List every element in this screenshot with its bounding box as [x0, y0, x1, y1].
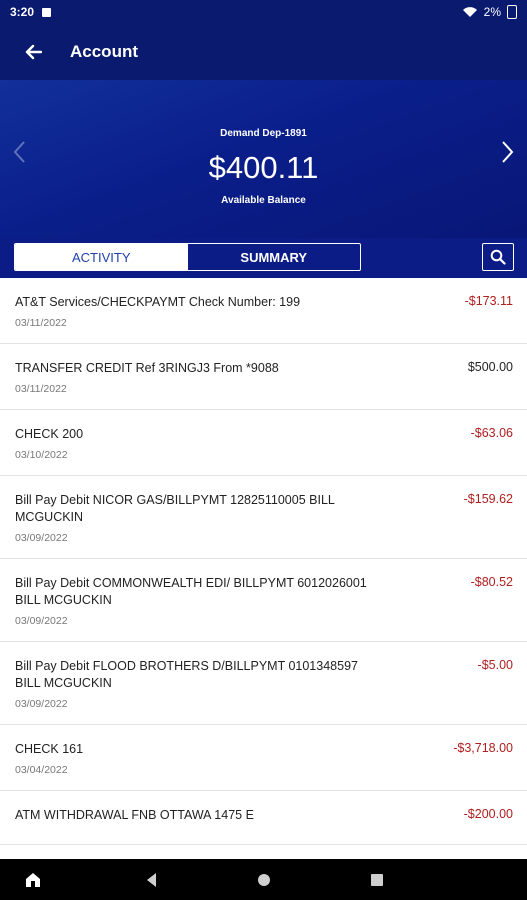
battery-icon — [507, 5, 517, 19]
tab-row: ACTIVITY SUMMARY — [0, 238, 527, 278]
tab-summary[interactable]: SUMMARY — [188, 244, 361, 270]
transaction-date: 03/11/2022 — [15, 383, 67, 395]
transaction-date: 03/11/2022 — [15, 317, 67, 329]
back-button[interactable] — [20, 39, 46, 65]
tab-activity[interactable]: ACTIVITY — [15, 244, 188, 270]
list-item[interactable]: Bill Pay Debit COMMONWEALTH EDI/ BILLPYM… — [0, 559, 527, 642]
status-time: 3:20 — [10, 5, 35, 19]
home-circle-icon[interactable] — [255, 871, 273, 889]
account-name: Demand Dep-1891 — [220, 128, 307, 139]
transaction-amount: -$200.00 — [463, 807, 513, 821]
search-button[interactable] — [482, 243, 514, 271]
transaction-description: ATM WITHDRAWAL FNB OTTAWA 1475 E — [15, 808, 254, 822]
wifi-icon — [462, 7, 477, 17]
list-item[interactable]: ATM WITHDRAWAL FNB OTTAWA 1475 E -$200.0… — [0, 791, 527, 845]
transaction-description: Bill Pay Debit NICOR GAS/BILLPYMT 128251… — [15, 493, 335, 524]
tab-group: ACTIVITY SUMMARY — [14, 243, 361, 271]
transaction-amount: $500.00 — [467, 360, 513, 374]
list-item[interactable]: Bill Pay Debit FLOOD BROTHERS D/BILLPYMT… — [0, 642, 527, 725]
transaction-amount: -$63.06 — [470, 426, 513, 440]
list-item[interactable]: Bill Pay Debit NICOR GAS/BILLPYMT 128251… — [0, 476, 527, 559]
home-launcher-icon[interactable] — [24, 871, 42, 889]
transaction-amount: -$5.00 — [477, 658, 513, 672]
back-triangle-icon[interactable] — [143, 871, 161, 889]
status-bar: 3:20 2% — [0, 0, 527, 24]
transaction-amount: -$159.62 — [463, 492, 513, 506]
account-balance: $400.11 — [208, 150, 319, 185]
recents-square-icon[interactable] — [368, 871, 386, 889]
search-icon — [490, 249, 506, 265]
transaction-description: CHECK 200 — [15, 427, 84, 441]
app-bar: Account — [0, 24, 527, 80]
transaction-date: 03/09/2022 — [15, 532, 68, 544]
list-item[interactable]: CHECK 200 03/10/2022 -$63.06 — [0, 410, 527, 476]
transaction-description: CHECK 161 — [15, 742, 84, 756]
list-item[interactable]: AT&T Services/CHECKPAYMT Check Number: 1… — [0, 278, 527, 344]
arrow-back-icon — [25, 44, 42, 60]
transaction-description: TRANSFER CREDIT Ref 3RINGJ3 From *9088 — [15, 361, 279, 375]
transaction-description: Bill Pay Debit COMMONWEALTH EDI/ BILLPYM… — [15, 576, 367, 607]
transaction-description: AT&T Services/CHECKPAYMT Check Number: 1… — [15, 295, 301, 309]
transaction-date: 03/09/2022 — [15, 615, 68, 627]
system-nav-bar — [0, 859, 527, 900]
page-title: Account — [70, 42, 138, 61]
battery-percent: 2% — [483, 5, 501, 19]
transaction-date: 03/09/2022 — [15, 698, 68, 710]
notification-icon — [42, 7, 52, 17]
balance-header: Demand Dep-1891 $400.11 Available Balanc… — [0, 80, 527, 238]
transaction-amount: -$3,718.00 — [453, 741, 513, 755]
chevron-right-icon[interactable] — [497, 140, 517, 164]
transaction-date: 03/04/2022 — [15, 764, 68, 776]
transaction-description: Bill Pay Debit FLOOD BROTHERS D/BILLPYMT… — [15, 659, 358, 690]
transaction-amount: -$80.52 — [470, 575, 513, 589]
transaction-list[interactable]: AT&T Services/CHECKPAYMT Check Number: 1… — [0, 278, 527, 859]
balance-label: Available Balance — [221, 195, 306, 206]
transaction-date: 03/10/2022 — [15, 449, 68, 461]
list-item[interactable]: CHECK 161 03/04/2022 -$3,718.00 — [0, 725, 527, 791]
list-item[interactable]: TRANSFER CREDIT Ref 3RINGJ3 From *9088 0… — [0, 344, 527, 410]
transaction-amount: -$173.11 — [464, 294, 513, 308]
